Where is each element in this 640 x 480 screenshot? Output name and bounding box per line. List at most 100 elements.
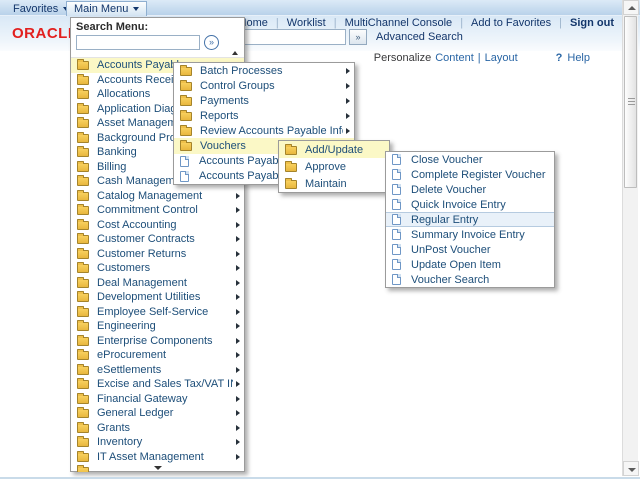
submenu-arrow-icon: [346, 83, 350, 89]
folder-icon: [77, 235, 89, 244]
nav-link[interactable]: Worklist: [287, 17, 326, 29]
submenu-arrow-icon: [236, 367, 240, 373]
menu-item-general-ledger[interactable]: General Ledger: [71, 406, 244, 421]
nav-link[interactable]: MultiChannel Console: [345, 17, 453, 29]
menu-item-label: Employee Self-Service: [97, 306, 233, 318]
main-menu-tab[interactable]: Main Menu: [66, 1, 147, 16]
menu-item-label: Close Voucher: [411, 154, 550, 166]
scrollbar-up-button[interactable]: [623, 0, 639, 15]
menu-item-eprocurement[interactable]: eProcurement: [71, 348, 244, 363]
menu-item-close-voucher[interactable]: Close Voucher: [386, 152, 554, 167]
vertical-scrollbar[interactable]: [622, 0, 638, 476]
folder-icon: [77, 221, 89, 230]
menu-item-label: Development Utilities: [97, 291, 233, 303]
menu-item-control-groups[interactable]: Control Groups: [174, 78, 354, 93]
personalize-content-link[interactable]: Content: [435, 52, 474, 64]
nav-separator: |: [460, 17, 463, 29]
menu-item-cost-accounting[interactable]: Cost Accounting: [71, 218, 244, 233]
menu-item-complete-register-voucher[interactable]: Complete Register Voucher: [386, 167, 554, 182]
submenu-arrow-icon: [236, 454, 240, 460]
menu-item-label: Update Open Item: [411, 259, 550, 271]
menu-item-voucher-search[interactable]: Voucher Search: [386, 272, 554, 287]
menu-item-label: eProcurement: [97, 349, 233, 361]
nav-link[interactable]: Add to Favorites: [471, 17, 551, 29]
menu-item-customer-returns[interactable]: Customer Returns: [71, 247, 244, 262]
folder-icon: [285, 180, 297, 189]
menu-item-reports[interactable]: Reports: [174, 108, 354, 123]
folder-icon: [77, 453, 89, 462]
submenu-arrow-icon: [346, 128, 350, 134]
menu-item-commitment-control[interactable]: Commitment Control: [71, 203, 244, 218]
nav-separator: |: [334, 17, 337, 29]
folder-icon: [77, 293, 89, 302]
folder-icon: [77, 424, 89, 433]
header-search-more-button[interactable]: »: [349, 29, 367, 45]
menu-search-input[interactable]: [76, 35, 200, 50]
scrollbar-thumb[interactable]: [624, 16, 637, 188]
folder-icon: [77, 366, 89, 375]
document-icon: [392, 229, 401, 240]
menu-item-label: eSettlements: [97, 364, 233, 376]
menu-item-summary-invoice-entry[interactable]: Summary Invoice Entry: [386, 227, 554, 242]
menu-item-review-accounts-payable-info[interactable]: Review Accounts Payable Info: [174, 123, 354, 138]
menu-item-enterprise-components[interactable]: Enterprise Components: [71, 334, 244, 349]
menu-item-update-open-item[interactable]: Update Open Item: [386, 257, 554, 272]
menu-item-customers[interactable]: Customers: [71, 261, 244, 276]
menu-item-quick-invoice-entry[interactable]: Quick Invoice Entry: [386, 197, 554, 212]
menu-list-footer: [71, 464, 244, 472]
search-menu-label: Search Menu:: [76, 21, 239, 33]
menu-item-unpost-voucher[interactable]: UnPost Voucher: [386, 242, 554, 257]
submenu-arrow-icon: [236, 251, 240, 257]
menu-item-delete-voucher[interactable]: Delete Voucher: [386, 182, 554, 197]
menu-item-label: Reports: [200, 110, 343, 122]
menu-item-label: Delete Voucher: [411, 184, 550, 196]
menu-item-label: Catalog Management: [97, 190, 233, 202]
menu-item-label: Grants: [97, 422, 233, 434]
menu-item-label: General Ledger: [97, 407, 233, 419]
menu-item-grants[interactable]: Grants: [71, 421, 244, 436]
folder-icon: [285, 163, 297, 172]
sign-out-link[interactable]: Sign out: [570, 17, 614, 29]
menu-item-label: Control Groups: [200, 80, 343, 92]
menu-item-label: IT Asset Management: [97, 451, 233, 463]
submenu-arrow-icon: [236, 309, 240, 315]
menu-search-go-button[interactable]: »: [204, 35, 219, 50]
scrollbar-grip: [628, 98, 635, 99]
menu-item-it-asset-management[interactable]: IT Asset Management: [71, 450, 244, 465]
submenu-arrow-icon: [236, 396, 240, 402]
menu-item-engineering[interactable]: Engineering: [71, 319, 244, 334]
menu-item-label: Maintain: [305, 178, 385, 190]
menu-scroll-up-icon[interactable]: [232, 51, 238, 55]
scrollbar-down-button[interactable]: [623, 461, 639, 476]
menu-item-regular-entry[interactable]: Regular Entry: [386, 212, 554, 227]
submenu-arrow-icon: [236, 410, 240, 416]
menu-item-catalog-management[interactable]: Catalog Management: [71, 189, 244, 204]
submenu-arrow-icon: [236, 425, 240, 431]
chevron-down-icon: [133, 7, 139, 11]
menu-item-deal-management[interactable]: Deal Management: [71, 276, 244, 291]
menu-item-label: Customer Contracts: [97, 233, 233, 245]
menu-item-development-utilities[interactable]: Development Utilities: [71, 290, 244, 305]
menu-item-customer-contracts[interactable]: Customer Contracts: [71, 232, 244, 247]
menu-item-payments[interactable]: Payments: [174, 93, 354, 108]
submenu-arrow-icon: [236, 439, 240, 445]
menu-item-label: Excise and Sales Tax/VAT IND: [97, 378, 233, 390]
menu-item-excise-and-sales-tax-vat-ind[interactable]: Excise and Sales Tax/VAT IND: [71, 377, 244, 392]
help-link[interactable]: Help: [567, 52, 590, 64]
advanced-search-link[interactable]: Advanced Search: [376, 31, 463, 43]
menu-item-label: Add/Update: [305, 144, 385, 156]
oracle-logo: ORACLE: [12, 25, 78, 42]
folder-icon: [77, 322, 89, 331]
menu-item-financial-gateway[interactable]: Financial Gateway: [71, 392, 244, 407]
menu-item-inventory[interactable]: Inventory: [71, 435, 244, 450]
menu-item-label: Customer Returns: [97, 248, 233, 260]
menu-item-add-update[interactable]: Add/Update: [279, 141, 389, 158]
menu-item-batch-processes[interactable]: Batch Processes: [174, 63, 354, 78]
menu-item-approve[interactable]: Approve: [279, 158, 389, 175]
menu-scroll-down-icon[interactable]: [154, 466, 162, 470]
personalize-layout-link[interactable]: Layout: [485, 52, 518, 64]
menu-item-esettlements[interactable]: eSettlements: [71, 363, 244, 378]
menu-item-maintain[interactable]: Maintain: [279, 175, 389, 192]
menu-item-employee-self-service[interactable]: Employee Self-Service: [71, 305, 244, 320]
menu-item-label: Regular Entry: [411, 214, 550, 226]
